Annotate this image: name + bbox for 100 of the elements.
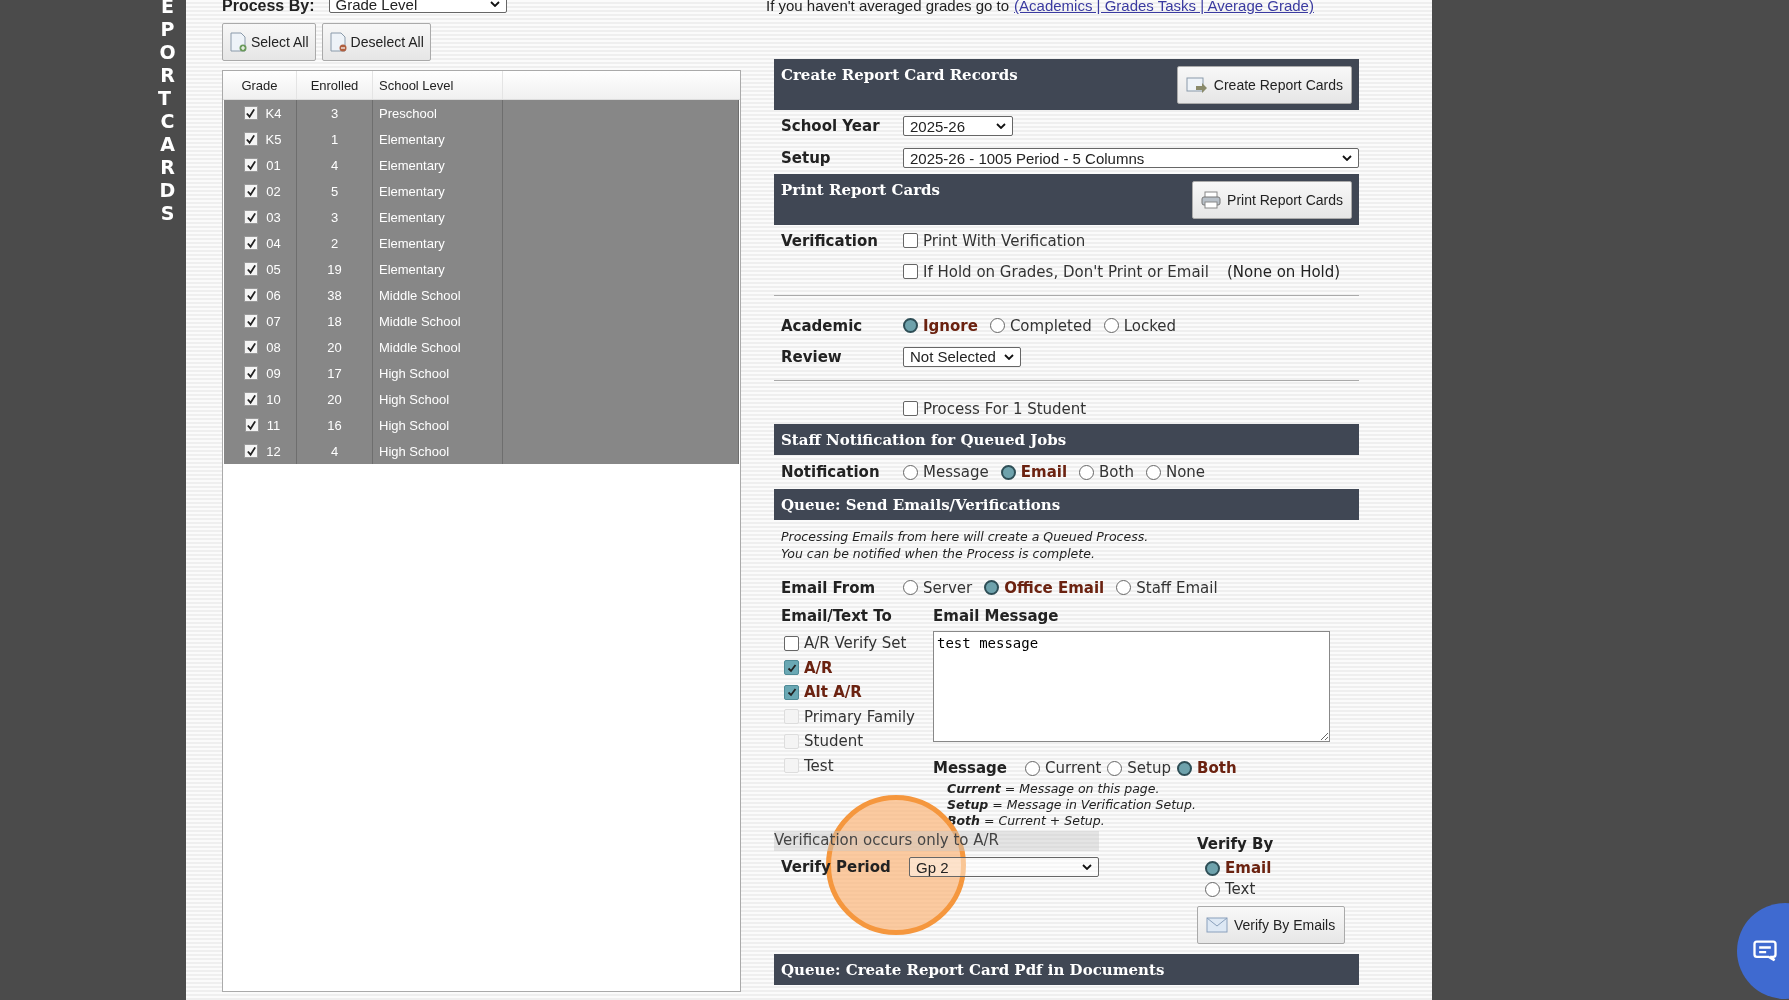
row-checkbox[interactable] bbox=[244, 262, 259, 276]
radio-button[interactable] bbox=[1103, 318, 1119, 333]
radio-label: Ignore bbox=[923, 316, 978, 335]
row-checkbox[interactable] bbox=[244, 158, 259, 172]
checkbox-label: A/R Verify Set bbox=[804, 634, 907, 653]
radio-label: Message bbox=[923, 463, 989, 481]
legend-text: Setup = Message in Verification Setup. bbox=[947, 797, 1197, 813]
checkbox[interactable] bbox=[903, 233, 918, 248]
table-cell: Middle School bbox=[379, 313, 461, 329]
print-report-cards-button[interactable]: Print Report Cards bbox=[1192, 181, 1352, 219]
hold-status-text: (None on Hold) bbox=[1226, 262, 1341, 281]
radio-button[interactable] bbox=[1145, 464, 1161, 480]
info-note: Processing Emails from here will create a Queued Process. bbox=[781, 528, 1150, 545]
school-year-select[interactable]: 2025-26 bbox=[903, 116, 1013, 136]
table-cell: 5 bbox=[330, 183, 339, 199]
radio-button[interactable] bbox=[903, 580, 918, 595]
radio-button[interactable] bbox=[903, 464, 918, 480]
table-cell: 09 bbox=[266, 365, 281, 381]
radio-button[interactable] bbox=[1107, 760, 1123, 776]
table-cell: 05 bbox=[266, 261, 281, 277]
section-header: Queue: Create Report Card Pdf in Documents bbox=[774, 954, 1359, 985]
email-message-label: Email Message bbox=[933, 607, 1060, 625]
table-cell: 10 bbox=[266, 391, 281, 407]
radio-label: Both bbox=[1099, 463, 1134, 481]
radio-button[interactable] bbox=[989, 318, 1005, 333]
verify-period-select[interactable]: Gp 2 bbox=[909, 857, 1099, 877]
table-cell: Elementary bbox=[379, 183, 445, 199]
table-cell: 11 bbox=[266, 417, 281, 433]
row-checkbox[interactable] bbox=[244, 392, 259, 406]
email-message-field[interactable]: test message bbox=[933, 631, 1330, 742]
column-header: Enrolled bbox=[297, 71, 373, 99]
radio-button[interactable] bbox=[1116, 580, 1132, 595]
row-checkbox[interactable] bbox=[243, 106, 258, 120]
row-checkbox[interactable] bbox=[244, 366, 259, 380]
legend-text: Current = Message on this page. bbox=[947, 781, 1161, 797]
row-checkbox[interactable] bbox=[243, 132, 258, 146]
row-checkbox[interactable] bbox=[244, 288, 259, 302]
checkbox-label: A/R bbox=[804, 658, 833, 677]
deselect-all-button[interactable]: Deselect All bbox=[321, 23, 431, 61]
setup-select[interactable]: 2025-26 - 1005 Period - 5 Columns bbox=[903, 148, 1359, 168]
table-cell: 06 bbox=[266, 287, 281, 303]
checkbox-label: Print With Verification bbox=[923, 231, 1086, 250]
radio-button[interactable] bbox=[1079, 464, 1095, 480]
checkbox-label: Student bbox=[804, 732, 864, 751]
table-cell: Elementary bbox=[379, 131, 445, 147]
radio-label: Text bbox=[1225, 880, 1256, 898]
verify-by-emails-button[interactable]: Verify By Emails bbox=[1197, 906, 1345, 944]
table-cell: K4 bbox=[265, 105, 282, 121]
row-checkbox[interactable] bbox=[244, 314, 259, 328]
checkbox[interactable] bbox=[903, 264, 918, 279]
table-cell: 20 bbox=[327, 339, 342, 355]
verify-by-label: Verify By bbox=[1197, 835, 1275, 853]
envelope-icon bbox=[1206, 917, 1228, 933]
select-all-button[interactable]: Select All bbox=[222, 23, 316, 61]
checkbox[interactable] bbox=[784, 684, 799, 700]
row-checkbox[interactable] bbox=[244, 340, 259, 354]
table-cell: High School bbox=[379, 443, 450, 459]
review-select[interactable]: Not Selected bbox=[903, 346, 1021, 367]
notice-text: If you haven't averaged grades go to bbox=[766, 0, 1010, 13]
row-checkbox[interactable] bbox=[244, 444, 259, 458]
table-cell: 01 bbox=[266, 157, 281, 173]
row-checkbox[interactable] bbox=[244, 210, 259, 224]
checkbox[interactable] bbox=[903, 401, 918, 416]
radio-label: Office Email bbox=[1004, 578, 1105, 597]
school-year-label: School Year bbox=[781, 117, 881, 135]
table-cell: 04 bbox=[266, 235, 281, 251]
radio-button[interactable] bbox=[1000, 464, 1016, 480]
row-checkbox[interactable] bbox=[244, 418, 259, 432]
chevron-down-icon bbox=[996, 123, 1006, 129]
table-cell: Middle School bbox=[379, 287, 461, 303]
radio-label: Completed bbox=[1009, 316, 1092, 335]
average-grade-link[interactable]: (Academics | Grades Tasks | Average Grade) bbox=[1014, 0, 1314, 13]
checkbox[interactable] bbox=[784, 635, 799, 651]
section-header: Staff Notification for Queued Jobs bbox=[774, 424, 1359, 455]
row-checkbox[interactable] bbox=[244, 184, 259, 198]
radio-button[interactable] bbox=[1205, 860, 1220, 876]
document-add-icon bbox=[229, 32, 247, 52]
table-cell: High School bbox=[379, 365, 450, 381]
checkbox[interactable] bbox=[784, 660, 799, 676]
radio-button[interactable] bbox=[1177, 760, 1192, 776]
academic-label: Academic bbox=[781, 316, 864, 335]
table-cell: 18 bbox=[327, 313, 342, 329]
radio-label: Current bbox=[1045, 759, 1102, 777]
radio-button[interactable] bbox=[984, 580, 1000, 595]
row-checkbox[interactable] bbox=[244, 236, 259, 250]
radio-button[interactable] bbox=[1205, 881, 1220, 897]
create-report-cards-button[interactable]: Create Report Cards bbox=[1176, 66, 1352, 104]
checkbox-label: Primary Family bbox=[804, 707, 915, 726]
radio-button[interactable] bbox=[1025, 760, 1040, 776]
notification-label: Notification bbox=[781, 463, 881, 481]
table-cell: 3 bbox=[330, 105, 339, 121]
table-cell: 2 bbox=[330, 235, 339, 251]
verification-label: Verification bbox=[781, 231, 879, 250]
radio-label: Staff Email bbox=[1136, 578, 1218, 597]
table-cell: 4 bbox=[330, 443, 339, 459]
chevron-down-icon bbox=[1004, 353, 1014, 360]
table-cell: Elementary bbox=[379, 235, 445, 251]
radio-button[interactable] bbox=[903, 318, 918, 333]
table-cell: 12 bbox=[266, 443, 281, 459]
section-title: Create Report Card Records bbox=[781, 66, 1018, 84]
